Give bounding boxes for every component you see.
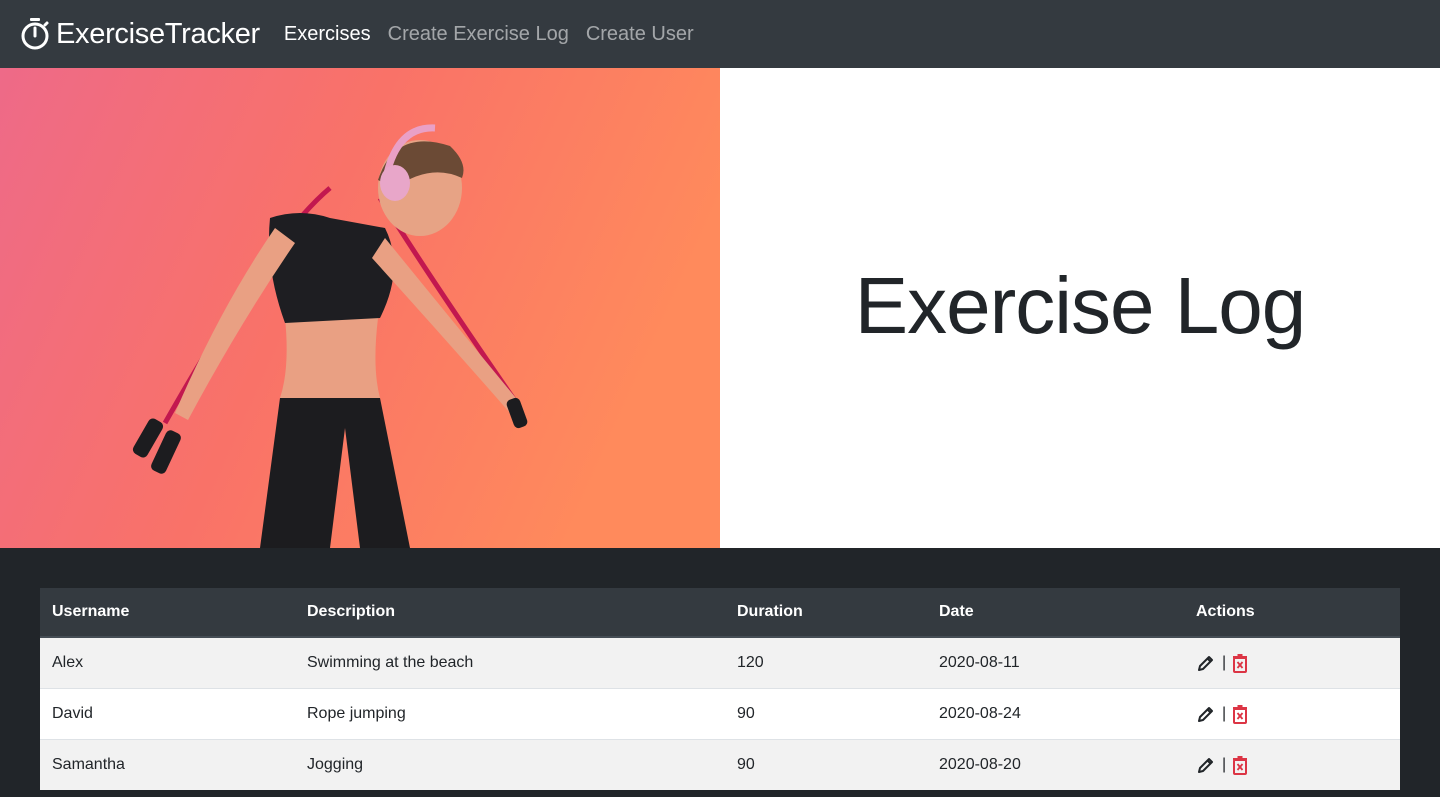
cell-actions: | (1184, 687, 1400, 739)
header-duration: Duration (725, 588, 927, 638)
trash-icon[interactable] (1232, 653, 1248, 673)
cell-description: Jogging (295, 738, 725, 790)
header-username: Username (40, 588, 295, 638)
trash-icon[interactable] (1232, 755, 1248, 775)
header-date: Date (927, 588, 1184, 638)
exercise-table: Username Description Duration Date Actio… (40, 588, 1400, 790)
cell-username: David (40, 687, 295, 739)
hero-title-container: Exercise Log (720, 68, 1440, 548)
cell-date: 2020-08-20 (927, 738, 1184, 790)
nav-link-create-user[interactable]: Create User (586, 23, 694, 46)
pencil-icon[interactable] (1196, 704, 1216, 724)
pencil-icon[interactable] (1196, 653, 1216, 673)
pencil-icon[interactable] (1196, 755, 1216, 775)
brand-name: ExerciseTracker (56, 17, 260, 50)
header-description: Description (295, 588, 725, 638)
cell-description: Swimming at the beach (295, 636, 725, 688)
stopwatch-icon (21, 18, 49, 50)
cell-actions: | (1184, 738, 1400, 790)
nav-link-create-exercise-log[interactable]: Create Exercise Log (388, 23, 569, 46)
cell-username: Alex (40, 636, 295, 688)
nav-link-exercises[interactable]: Exercises (284, 23, 371, 46)
table-row: David Rope jumping 90 2020-08-24 | (40, 687, 1400, 739)
brand[interactable]: ExerciseTracker (20, 17, 260, 51)
cell-date: 2020-08-24 (927, 687, 1184, 739)
exercise-table-container: Username Description Duration Date Actio… (40, 588, 1400, 790)
table-header-row: Username Description Duration Date Actio… (40, 588, 1400, 638)
cell-duration: 90 (725, 738, 927, 790)
header-actions: Actions (1184, 588, 1400, 638)
table-row: Alex Swimming at the beach 120 2020-08-1… (40, 636, 1400, 688)
cell-description: Rope jumping (295, 687, 725, 739)
action-separator: | (1222, 755, 1227, 773)
trash-icon[interactable] (1232, 704, 1248, 724)
cell-duration: 120 (725, 636, 927, 688)
cell-duration: 90 (725, 687, 927, 739)
page-title: Exercise Log (854, 261, 1306, 350)
hero-photo (0, 68, 720, 548)
navbar: ExerciseTracker Exercises Create Exercis… (0, 0, 1440, 68)
cell-date: 2020-08-11 (927, 636, 1184, 688)
cell-username: Samantha (40, 738, 295, 790)
hero: Exercise Log (0, 68, 1440, 548)
cell-actions: | (1184, 636, 1400, 688)
action-separator: | (1222, 653, 1227, 671)
table-row: Samantha Jogging 90 2020-08-20 | (40, 738, 1400, 790)
action-separator: | (1222, 704, 1227, 722)
